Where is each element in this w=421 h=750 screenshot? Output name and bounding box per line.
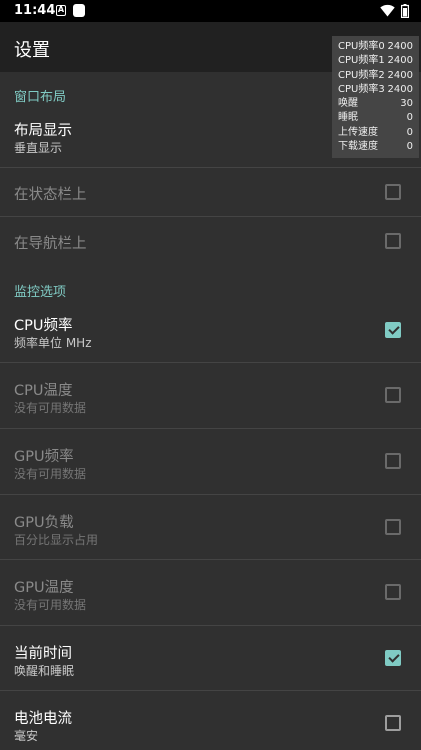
pref-title: 当前时间 bbox=[14, 646, 72, 662]
pref-summary: 没有可用数据 bbox=[14, 401, 87, 415]
pref-on-status-bar[interactable]: 在状态栏上 bbox=[0, 168, 421, 217]
overlay-row: 唤醒 30 bbox=[338, 98, 413, 110]
pref-gpu-freq[interactable]: GPU频率 没有可用数据 bbox=[0, 429, 421, 495]
category-window-layout: 窗口布局 bbox=[14, 90, 67, 105]
notification-app-icon bbox=[73, 4, 85, 17]
pref-summary: 唤醒和睡眠 bbox=[14, 664, 75, 678]
overlay-row: 下载速度 0 bbox=[338, 141, 413, 153]
pref-on-nav-bar[interactable]: 在导航栏上 bbox=[0, 217, 421, 266]
pref-title: CPU温度 bbox=[14, 383, 73, 399]
pref-title: 电池电流 bbox=[14, 711, 72, 727]
pref-title: 布局显示 bbox=[14, 123, 72, 139]
page-title: 设置 bbox=[14, 40, 50, 61]
pref-current-time[interactable]: 当前时间 唤醒和睡眠 bbox=[0, 626, 421, 691]
overlay-row: 睡眠 0 bbox=[338, 112, 413, 124]
pref-title: GPU负载 bbox=[14, 515, 74, 531]
pref-title: 在导航栏上 bbox=[14, 236, 87, 252]
on-nav-bar-checkbox[interactable] bbox=[385, 233, 401, 249]
pref-summary: 毫安 bbox=[14, 729, 39, 743]
notification-a-icon: A bbox=[56, 5, 66, 16]
overlay-row: CPU频率0 2400 bbox=[338, 41, 413, 52]
battery-current-checkbox[interactable] bbox=[385, 715, 401, 731]
pref-summary: 垂直显示 bbox=[14, 141, 63, 155]
pref-cpu-temp[interactable]: CPU温度 没有可用数据 bbox=[0, 363, 421, 429]
pref-summary: 百分比显示占用 bbox=[14, 533, 99, 547]
overlay-row: CPU频率1 2400 bbox=[338, 55, 413, 67]
overlay-row: CPU频率3 2400 bbox=[338, 83, 413, 95]
cpu-freq-checkbox[interactable] bbox=[385, 322, 401, 338]
status-time: 11:44 bbox=[14, 3, 56, 18]
on-status-bar-checkbox[interactable] bbox=[385, 184, 401, 200]
battery-icon bbox=[401, 4, 409, 18]
pref-summary: 没有可用数据 bbox=[14, 467, 87, 481]
pref-battery-current[interactable]: 电池电流 毫安 bbox=[0, 691, 421, 750]
status-bar: 11:44 A bbox=[0, 0, 421, 22]
pref-gpu-temp[interactable]: GPU温度 没有可用数据 bbox=[0, 560, 421, 626]
pref-gpu-load[interactable]: GPU负载 百分比显示占用 bbox=[0, 495, 421, 560]
overlay-row: 上传速度 0 bbox=[338, 126, 413, 138]
pref-title: GPU频率 bbox=[14, 449, 74, 465]
current-time-checkbox[interactable] bbox=[385, 650, 401, 666]
cpu-temp-checkbox[interactable] bbox=[385, 387, 401, 403]
pref-title: CPU频率 bbox=[14, 318, 73, 334]
settings-list[interactable]: 窗口布局 布局显示 垂直显示 在状态栏上 在导航栏上 监控选项 CPU频率 频率… bbox=[0, 72, 421, 750]
pref-summary: 没有可用数据 bbox=[14, 598, 87, 612]
gpu-temp-checkbox[interactable] bbox=[385, 584, 401, 600]
gpu-load-checkbox[interactable] bbox=[385, 519, 401, 535]
pref-summary: 频率单位 MHz bbox=[14, 336, 92, 350]
pref-title: GPU温度 bbox=[14, 580, 74, 596]
overlay-row: CPU频率2 2400 bbox=[338, 69, 413, 81]
pref-title: 在状态栏上 bbox=[14, 187, 87, 203]
wifi-icon bbox=[380, 4, 395, 17]
gpu-freq-checkbox[interactable] bbox=[385, 453, 401, 469]
pref-cpu-freq[interactable]: CPU频率 频率单位 MHz bbox=[0, 298, 421, 363]
monitor-overlay[interactable]: CPU频率0 2400 CPU频率1 2400 CPU频率2 2400 CPU频率3 2… bbox=[332, 36, 419, 158]
